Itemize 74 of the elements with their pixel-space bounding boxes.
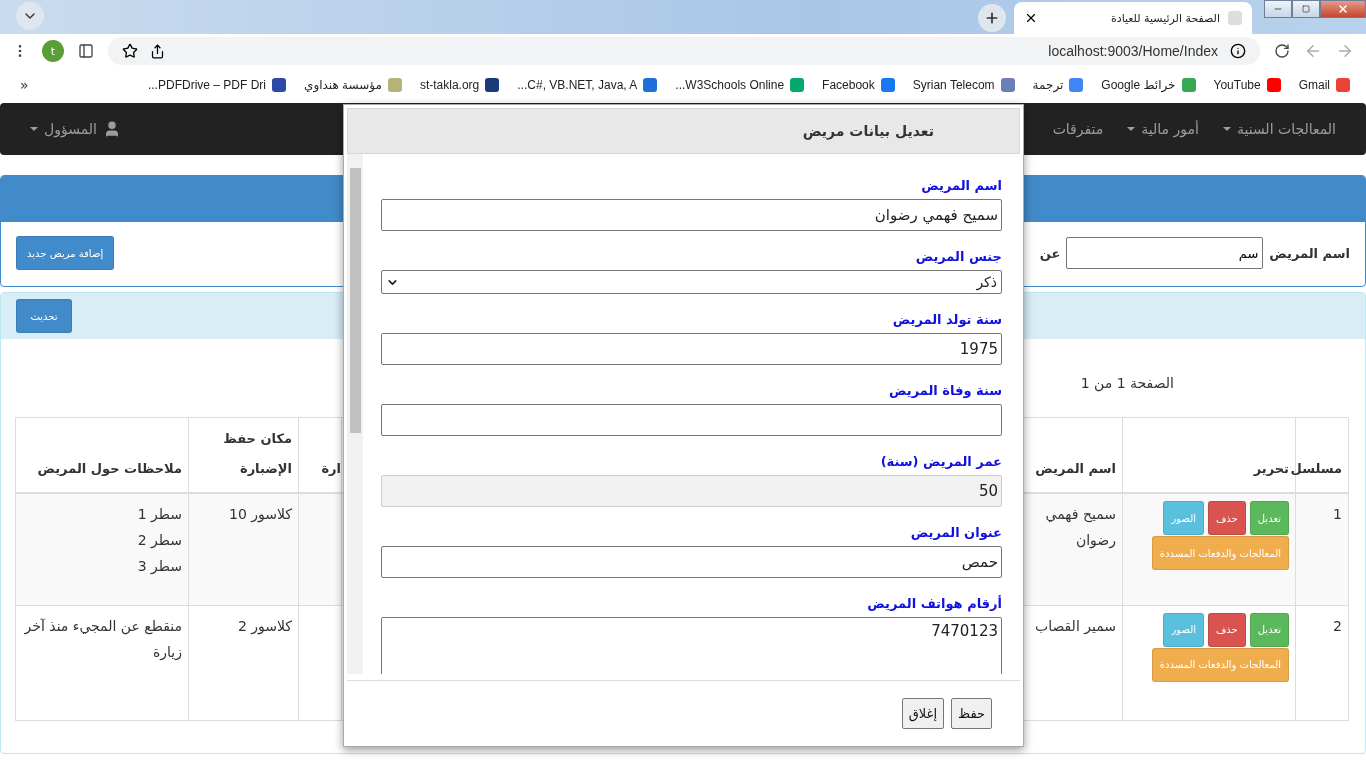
nav-item[interactable]: متفرقات xyxy=(1052,121,1104,137)
nav-item[interactable]: أمور مالية xyxy=(1127,121,1199,137)
bookmark[interactable]: PDFDrive – PDF Dri... xyxy=(147,78,286,92)
field-label: جنس المريض xyxy=(915,249,1002,264)
field-label: عنوان المريض xyxy=(910,525,1002,540)
close-icon xyxy=(1337,3,1349,15)
field-label: اسم المريض xyxy=(921,178,1002,193)
star-icon[interactable] xyxy=(122,43,138,59)
bookmarks-overflow[interactable]: « xyxy=(16,77,29,93)
bookmark[interactable]: YouTube xyxy=(1213,78,1281,92)
table-cell-text: كلاسور 2 xyxy=(236,616,292,637)
maximize-icon xyxy=(1302,5,1310,13)
action-button[interactable]: حذف xyxy=(1208,501,1246,535)
dialog-title: تعديل بيانات مريض xyxy=(802,123,934,139)
table-cell-text: سمير القصاب xyxy=(1033,616,1116,637)
field-label: سنة وفاة المريض xyxy=(889,383,1002,398)
table-cell-text: كلاسور 10 xyxy=(227,505,292,525)
minimize-button[interactable] xyxy=(1264,0,1292,18)
maximize-button[interactable] xyxy=(1292,0,1320,18)
bookmark[interactable]: خرائط Google xyxy=(1101,78,1196,92)
add-patient-button[interactable]: إضافة مريض جديد xyxy=(16,236,115,270)
close-icon[interactable] xyxy=(1024,11,1038,25)
action-button[interactable]: حذف xyxy=(1208,612,1246,647)
column-header: مكان حفظ الإضبارة xyxy=(223,431,292,476)
close-window-button[interactable] xyxy=(1320,0,1366,18)
bookmark[interactable]: Facebook xyxy=(822,78,895,92)
field-label: سنة تولد المريض xyxy=(892,312,1002,327)
page-info: الصفحة 1 من 1 xyxy=(1080,375,1174,391)
nav-item[interactable]: المعالجات السنية xyxy=(1222,121,1336,137)
field-label: عن xyxy=(1039,245,1061,261)
field-label: أرقام هواتف المريض xyxy=(867,596,1002,611)
field-label: عمر المريض (سنة) xyxy=(880,454,1002,469)
bookmark[interactable]: C#, VB.NET, Java, A... xyxy=(517,78,658,92)
dialog-button[interactable]: إغلاق xyxy=(901,698,945,729)
info-icon[interactable] xyxy=(1230,43,1246,59)
plus-icon xyxy=(984,10,1000,26)
text-field[interactable]: 1975 xyxy=(381,333,1002,365)
column-header: ملاحظات حول المريض xyxy=(37,461,182,476)
bookmark[interactable]: ترجمة xyxy=(1032,78,1084,92)
text-field[interactable] xyxy=(381,404,1002,436)
scrollbar[interactable] xyxy=(347,154,363,674)
table-cell-text: منقطع عن المجيء منذ آخر زيارة xyxy=(23,616,182,663)
bookmark[interactable]: مؤسسة هنداوي xyxy=(304,78,402,92)
dialog-button[interactable]: حفظ xyxy=(951,698,992,729)
refresh-button[interactable]: تحديث xyxy=(16,299,72,333)
text-area[interactable]: 7470123 xyxy=(381,617,1002,674)
table-cell-text: سطر 1 xyxy=(136,505,182,524)
text-field[interactable]: سميح فهمي رضوان xyxy=(381,199,1002,231)
share-icon[interactable] xyxy=(150,43,165,59)
text-field[interactable]: حمص xyxy=(381,546,1002,578)
browser-tab[interactable]: الصفحة الرئيسية للعيادة xyxy=(1014,2,1252,34)
user-menu[interactable]: المسؤول xyxy=(30,120,121,138)
bookmark[interactable]: Gmail xyxy=(1298,78,1350,92)
table-cell-text: 1 xyxy=(1332,505,1342,524)
select-field[interactable]: ذكر xyxy=(381,270,1002,294)
page-icon xyxy=(1228,11,1242,25)
field-label: اسم المريض xyxy=(1269,245,1350,261)
side-panel-icon[interactable] xyxy=(78,43,94,59)
column-header: تحرير xyxy=(1253,461,1289,476)
address-bar[interactable]: localhost:9003/Home/Index xyxy=(108,37,1260,65)
column-header: ارة xyxy=(321,461,341,476)
column-header: مسلسل xyxy=(1290,461,1342,476)
table-cell-text: سطر 2 xyxy=(136,531,182,550)
bookmark[interactable]: Syrian Telecom xyxy=(912,78,1015,92)
bookmark[interactable]: st-takla.org xyxy=(419,78,500,92)
reload-icon[interactable] xyxy=(1274,43,1290,59)
column-header: اسم المريض xyxy=(1035,461,1116,476)
search-field[interactable]: سم xyxy=(1066,237,1264,269)
table-cell-text: 2 xyxy=(1332,616,1342,636)
caret-icon xyxy=(30,127,38,131)
table-cell-text: سميح فهمي رضوان xyxy=(1044,505,1116,551)
bookmark[interactable]: W3Schools Online... xyxy=(675,78,805,92)
new-tab-button[interactable] xyxy=(978,4,1006,32)
table-cell-text: سطر 3 xyxy=(136,557,182,576)
